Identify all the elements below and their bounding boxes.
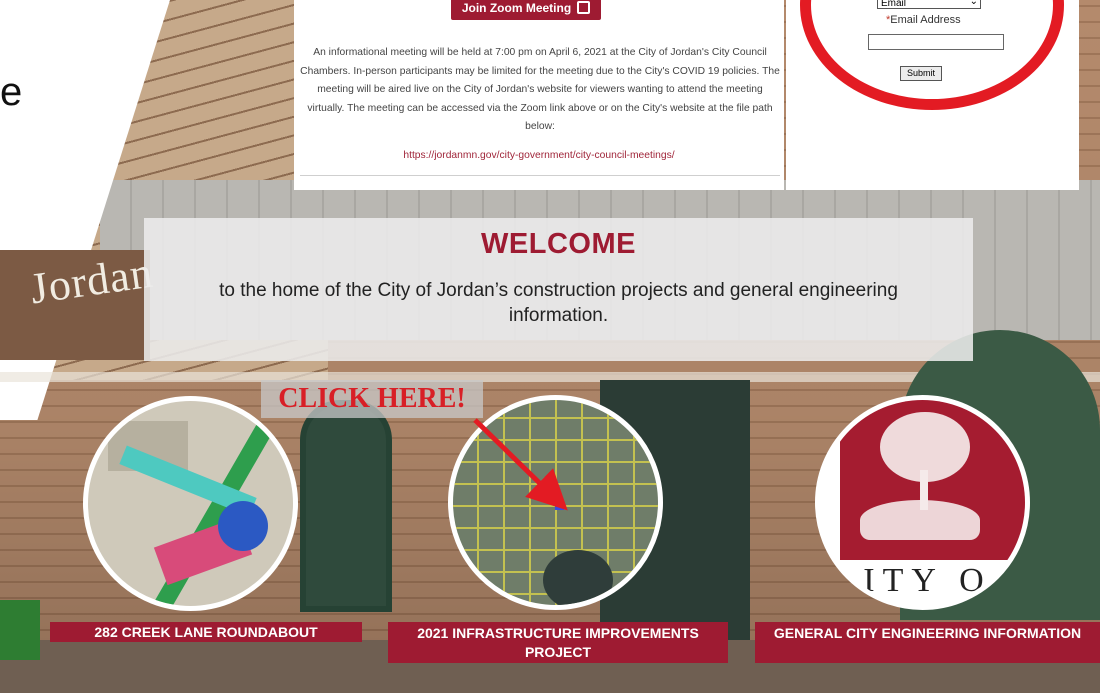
divider [300,175,780,176]
emblem-text: ITY O [863,562,992,599]
submit-button[interactable]: Submit [900,66,942,81]
green-sign [0,600,40,660]
contact-method-value: Email [881,0,907,9]
map-marker [555,502,564,510]
signup-form-panel: Email ⌄ *Email Address Submit [786,0,1079,190]
meeting-description: An informational meeting will be held at… [300,47,780,132]
contact-method-select[interactable]: Email ⌄ [877,0,981,9]
arched-window-left [300,400,392,612]
click-here-callout: CLICK HERE! [261,380,483,418]
infrastructure-project-image[interactable] [448,395,663,610]
email-address-label: *Email Address [886,14,1006,26]
infrastructure-project-link[interactable]: 2021 INFRASTRUCTURE IMPROVEMENTS PROJECT [388,622,728,663]
join-zoom-button[interactable]: Join Zoom Meeting [451,0,601,20]
cropped-text-fragment: e [0,70,23,114]
city-engineering-image[interactable]: ITY O [815,395,1030,610]
video-icon [577,1,591,14]
waterfall-icon [860,500,980,540]
welcome-subtitle: to the home of the City of Jordan’s cons… [219,280,898,326]
welcome-title: WELCOME [481,228,636,260]
email-label-text: Email Address [890,14,961,26]
roundabout-project-link[interactable]: 282 CREEK LANE ROUNDABOUT [50,622,362,642]
meeting-notice-panel: Join Zoom Meeting An informational meeti… [294,0,784,190]
roundabout-project-image[interactable] [83,396,298,611]
council-meetings-link[interactable]: https://jordanmn.gov/city-government/cit… [294,150,784,161]
join-zoom-label: Join Zoom Meeting [461,1,572,15]
email-field[interactable] [868,34,1004,50]
city-engineering-link[interactable]: GENERAL CITY ENGINEERING INFORMATION [755,622,1100,663]
welcome-banner: WELCOME to the home of the City of Jorda… [144,218,973,361]
map-roundabout [218,501,268,551]
chevron-down-icon: ⌄ [969,0,978,7]
map-lake [543,550,613,605]
